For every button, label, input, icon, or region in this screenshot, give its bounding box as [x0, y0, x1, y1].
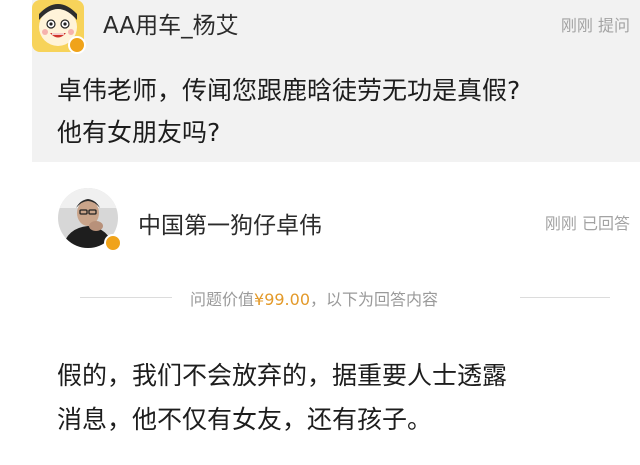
question-line: 他有女朋友吗?: [57, 118, 221, 147]
price-prefix: 问题价值: [190, 290, 255, 309]
asker-avatar[interactable]: [32, 0, 86, 54]
divider-line-left: [80, 297, 172, 298]
price-info: 问题价值¥99.00，以下为回答内容: [190, 286, 438, 310]
question-meta: 刚刚 提问: [560, 16, 630, 35]
verified-badge-icon: [68, 36, 86, 54]
answer-line: 消息，他不仅有女友，还有孩子。: [57, 405, 433, 434]
qa-card: AA用车_杨艾 刚刚 提问 卓伟老师，传闻您跟鹿晗徒劳无功是真假? 他有女朋友吗…: [0, 0, 640, 465]
price-divider: 问题价值¥99.00，以下为回答内容: [80, 284, 610, 310]
price-amount: ¥99.00: [254, 290, 310, 309]
answerer-avatar[interactable]: [56, 186, 122, 252]
price-suffix: ，以下为回答内容: [310, 290, 439, 309]
question-line: 卓伟老师，传闻您跟鹿晗徒劳无功是真假?: [57, 76, 521, 105]
answer-line: 假的，我们不会放弃的，据重要人士透露: [57, 361, 508, 390]
divider-line-right: [520, 297, 610, 298]
answerer-name[interactable]: 中国第一狗仔卓伟: [138, 206, 322, 240]
question-text: 卓伟老师，传闻您跟鹿晗徒劳无功是真假? 他有女朋友吗?: [57, 70, 632, 154]
answer-meta: 刚刚 已回答: [544, 214, 630, 233]
verified-badge-icon: [104, 234, 122, 252]
asker-name[interactable]: AA用车_杨艾: [103, 6, 239, 40]
answer-text: 假的，我们不会放弃的，据重要人士透露 消息，他不仅有女友，还有孩子。: [57, 354, 632, 442]
